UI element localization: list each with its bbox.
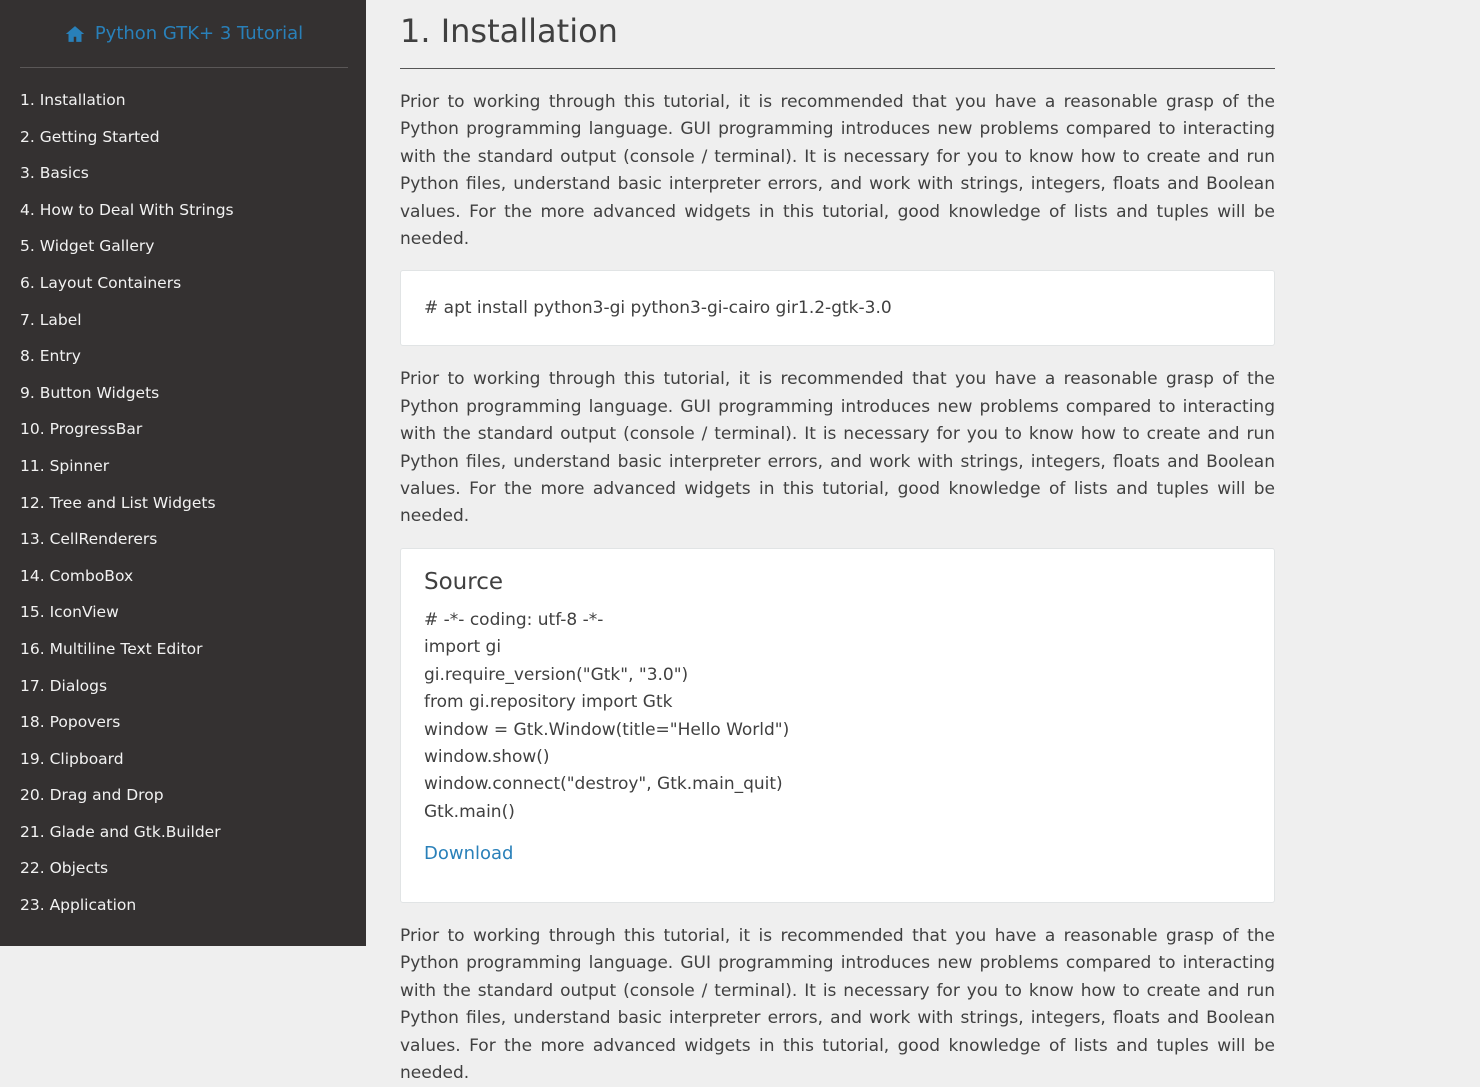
install-command: # apt install python3-gi python3-gi-cair… [424,298,892,319]
sidebar-item[interactable]: 16. Multiline Text Editor [0,631,366,668]
sidebar-nav: 1. Installation 2. Getting Started 3. Basi… [0,68,366,924]
source-heading: Source [424,568,503,595]
code-line: gi.require_version("Gtk", "3.0") [424,664,689,685]
source-code: # -*- coding: utf-8 -*- import gi gi.requi… [424,607,1251,826]
sidebar-item[interactable]: 13. CellRenderers [0,521,366,558]
sidebar-item[interactable]: 5. Widget Gallery [0,228,366,265]
sidebar-item[interactable]: 15. IconView [0,594,366,631]
sidebar-item[interactable]: 14. ComboBox [0,558,366,595]
download-link[interactable]: Download [424,843,513,864]
code-line: window.show() [424,746,550,767]
code-line: # -*- coding: utf-8 -*- [424,609,604,630]
sidebar-item[interactable]: 22. Objects [0,850,366,887]
sidebar-item[interactable]: 11. Spinner [0,448,366,485]
sidebar-item[interactable]: 21. Glade and Gtk.Builder [0,814,366,851]
sidebar-item[interactable]: 6. Layout Containers [0,265,366,302]
code-line: import gi [424,637,502,658]
code-line: window.connect("destroy", Gtk.main_quit) [424,774,783,795]
intro-paragraph: Prior to working through this tutorial, … [400,92,1275,250]
main-content: 1. Installation Prior to working through… [400,0,1275,1087]
sidebar-item[interactable]: 20. Drag and Drop [0,777,366,814]
intro-paragraph-3: Prior to working through this tutorial, … [400,925,1275,1083]
sidebar-item[interactable]: 2. Getting Started [0,119,366,156]
page-title: 1. Installation [400,0,1275,69]
sidebar-item[interactable]: 18. Popovers [0,704,366,741]
sidebar-item[interactable]: 8. Entry [0,338,366,375]
code-line: Gtk.main() [424,801,515,822]
sidebar-item[interactable]: 10. ProgressBar [0,411,366,448]
sidebar-item[interactable]: 1. Installation [0,82,366,119]
sidebar-item[interactable]: 9. Button Widgets [0,375,366,412]
sidebar-brand[interactable]: Python GTK+ 3 Tutorial [20,0,348,68]
brand-title: Python GTK+ 3 Tutorial [94,23,304,44]
sidebar-item[interactable]: 4. How to Deal With Strings [0,192,366,229]
sidebar-item[interactable]: 17. Dialogs [0,668,366,705]
code-line: window = Gtk.Window(title="Hello World") [424,719,790,740]
sidebar: Python GTK+ 3 Tutorial 1. Installation 2.… [0,0,366,946]
sidebar-item[interactable]: 19. Clipboard [0,741,366,778]
sidebar-item[interactable]: 23. Application [0,887,366,924]
sidebar-item[interactable]: 12. Tree and List Widgets [0,485,366,522]
home-icon [65,24,85,44]
source-box: Source # -*- coding: utf-8 -*- import gi g… [400,547,1275,903]
intro-paragraph-2: Prior to working through this tutorial, … [400,369,1275,527]
sidebar-item[interactable]: 3. Basics [0,155,366,192]
install-command-box: # apt install python3-gi python3-gi-cair… [400,270,1275,347]
code-line: from gi.repository import Gtk [424,692,673,713]
sidebar-item[interactable]: 7. Label [0,302,366,339]
